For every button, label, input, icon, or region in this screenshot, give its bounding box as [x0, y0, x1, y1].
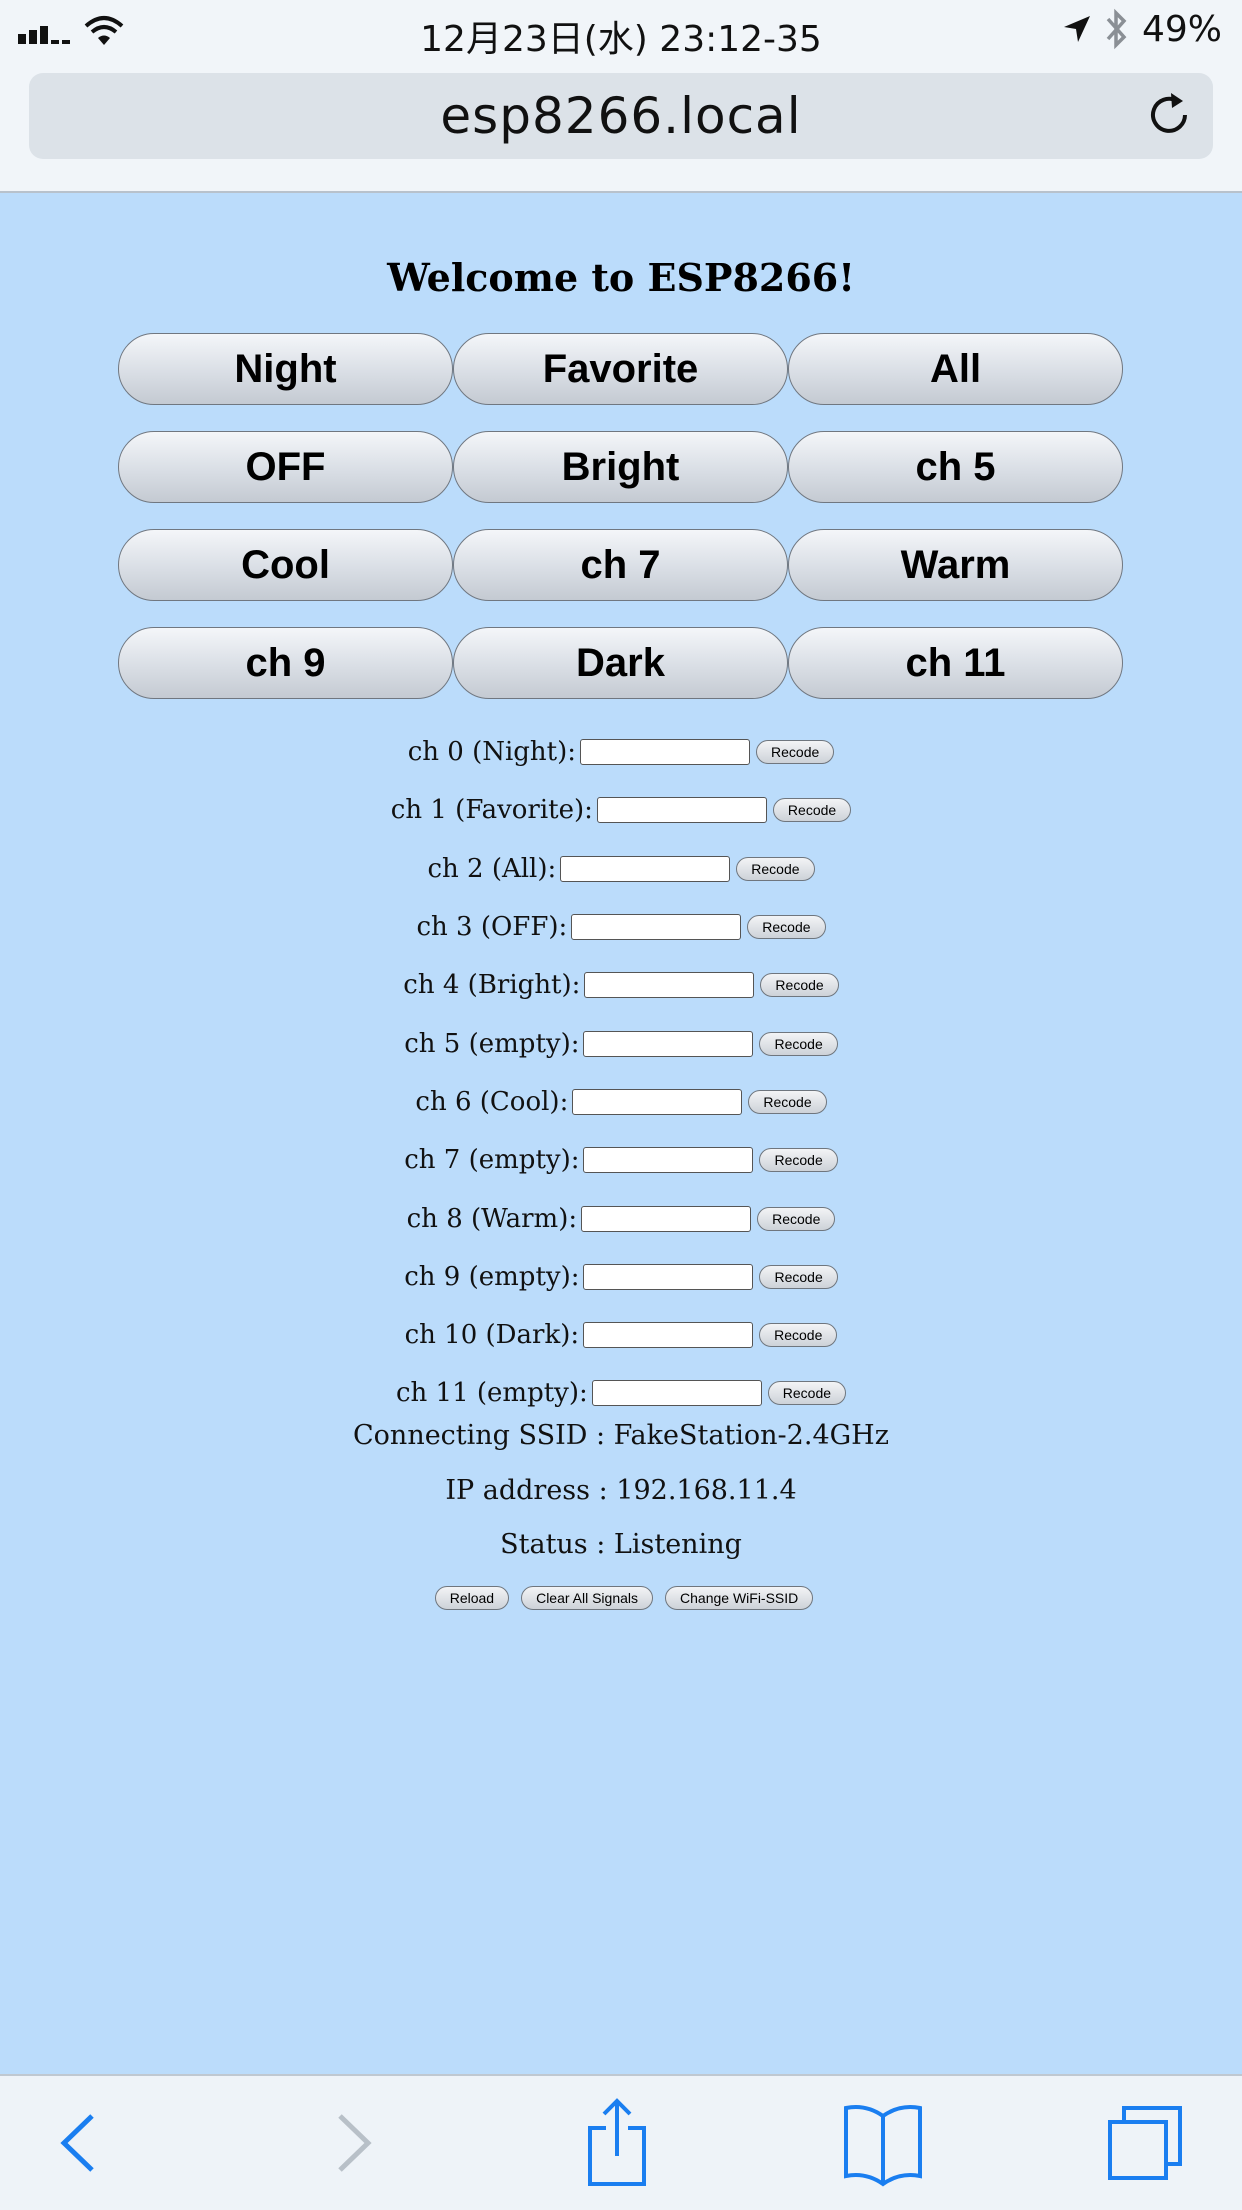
- url-text[interactable]: esp8266.local: [29, 87, 1213, 145]
- recode-button[interactable]: Recode: [748, 1089, 827, 1114]
- ssid-info: Connecting SSID : FakeStation-2.4GHz: [353, 1420, 889, 1451]
- channel-button[interactable]: Bright: [453, 431, 788, 503]
- channel-button[interactable]: All: [788, 333, 1123, 405]
- share-icon[interactable]: [584, 2098, 650, 2188]
- reload-button[interactable]: Reload: [434, 1586, 510, 1610]
- browser-toolbar: [0, 2074, 1242, 2210]
- recode-button[interactable]: Recode: [759, 1323, 838, 1348]
- channel-button[interactable]: Favorite: [453, 333, 788, 405]
- channel-button[interactable]: Night: [118, 333, 453, 405]
- back-icon[interactable]: [58, 2098, 98, 2188]
- channel-row: ch 10 (Dark): Recode: [0, 1306, 1242, 1364]
- channel-button[interactable]: ch 7: [453, 529, 788, 601]
- recode-button[interactable]: Recode: [759, 1031, 838, 1056]
- ip-info: IP address : 192.168.11.4: [445, 1475, 797, 1506]
- clear-all-signals-button[interactable]: Clear All Signals: [521, 1586, 654, 1610]
- channel-code-input[interactable]: [596, 797, 767, 824]
- channel-list: ch 0 (Night): Recode ch 1 (Favorite): Re…: [0, 723, 1242, 1423]
- tabs-icon[interactable]: [1106, 2098, 1186, 2188]
- channel-button[interactable]: Warm: [788, 529, 1123, 601]
- forward-icon[interactable]: [334, 2098, 374, 2188]
- channel-label: ch 3 (OFF):: [416, 912, 568, 943]
- status-bar: 12月23日(水) 23:12-35 49%: [0, 0, 1242, 62]
- channel-button[interactable]: ch 9: [118, 627, 453, 699]
- bookmarks-icon[interactable]: [842, 2098, 924, 2188]
- channel-label: ch 0 (Night):: [407, 737, 577, 768]
- channel-label: ch 5 (empty):: [404, 1028, 580, 1059]
- channel-label: ch 9 (empty):: [404, 1261, 580, 1292]
- recode-button[interactable]: Recode: [767, 1381, 847, 1406]
- channel-row: ch 6 (Cool): Recode: [0, 1073, 1242, 1131]
- channel-button[interactable]: Dark: [453, 627, 788, 699]
- channel-label: ch 2 (All):: [427, 853, 557, 884]
- channel-label: ch 11 (empty):: [395, 1378, 588, 1409]
- channel-row: ch 4 (Bright): Recode: [0, 956, 1242, 1014]
- channel-label: ch 10 (Dark):: [404, 1320, 580, 1351]
- status-right-group: 49%: [1062, 8, 1222, 50]
- channel-button[interactable]: ch 11: [788, 627, 1123, 699]
- channel-code-input[interactable]: [580, 739, 751, 766]
- channel-code-input[interactable]: [583, 1263, 754, 1290]
- recode-button[interactable]: Recode: [772, 798, 852, 823]
- channel-row: ch 9 (empty): Recode: [0, 1248, 1242, 1306]
- page-title: Welcome to ESP8266!: [387, 255, 855, 300]
- recode-button[interactable]: Recode: [759, 1264, 838, 1289]
- channel-row: ch 1 (Favorite): Recode: [0, 781, 1242, 839]
- channel-code-input[interactable]: [584, 972, 755, 999]
- channel-code-input[interactable]: [583, 1030, 754, 1057]
- status-info: Status : Listening: [500, 1529, 742, 1560]
- channel-code-input[interactable]: [591, 1380, 762, 1407]
- channel-label: ch 6 (Cool):: [415, 1086, 569, 1117]
- channel-code-input[interactable]: [571, 914, 742, 941]
- channel-row: ch 7 (empty): Recode: [0, 1131, 1242, 1189]
- recode-button[interactable]: Recode: [757, 1206, 836, 1231]
- channel-row: ch 5 (empty): Recode: [0, 1014, 1242, 1072]
- channel-code-input[interactable]: [583, 1147, 754, 1174]
- reload-icon[interactable]: [1145, 91, 1193, 139]
- bluetooth-icon: [1106, 8, 1127, 50]
- channel-label: ch 4 (Bright):: [403, 970, 581, 1001]
- channel-label: ch 8 (Warm):: [406, 1203, 578, 1234]
- channel-button[interactable]: OFF: [118, 431, 453, 503]
- browser-top-chrome: 12月23日(水) 23:12-35 49% esp8266.local: [0, 0, 1242, 193]
- recode-button[interactable]: Recode: [756, 740, 835, 765]
- channel-row: ch 3 (OFF): Recode: [0, 898, 1242, 956]
- status-time: 12月23日(水) 23:12-35: [420, 19, 822, 60]
- channel-button[interactable]: Cool: [118, 529, 453, 601]
- channel-button-grid: Night Favorite All OFF Bright ch 5 Cool …: [118, 333, 1123, 699]
- recode-button[interactable]: Recode: [747, 915, 826, 940]
- channel-row: ch 2 (All): Recode: [0, 840, 1242, 898]
- channel-row: ch 8 (Warm): Recode: [0, 1189, 1242, 1247]
- change-wifi-ssid-button[interactable]: Change WiFi-SSID: [665, 1586, 814, 1610]
- channel-label: ch 7 (empty):: [404, 1145, 580, 1176]
- channel-row: ch 0 (Night): Recode: [0, 723, 1242, 781]
- channel-code-input[interactable]: [581, 1205, 752, 1232]
- footer-button-group: Reload Clear All Signals Change WiFi-SSI…: [0, 1586, 1242, 1610]
- channel-code-input[interactable]: [572, 1088, 743, 1115]
- recode-button[interactable]: Recode: [760, 973, 839, 998]
- channel-code-input[interactable]: [560, 855, 731, 882]
- location-arrow-icon: [1063, 16, 1090, 42]
- channel-label: ch 1 (Favorite):: [390, 795, 593, 826]
- recode-button[interactable]: Recode: [759, 1148, 838, 1173]
- channel-button[interactable]: ch 5: [788, 431, 1123, 503]
- address-bar[interactable]: esp8266.local: [29, 73, 1213, 159]
- battery-percent: 49%: [1141, 8, 1222, 50]
- channel-code-input[interactable]: [583, 1322, 754, 1349]
- channel-row: ch 11 (empty): Recode: [0, 1364, 1242, 1422]
- recode-button[interactable]: Recode: [736, 856, 815, 881]
